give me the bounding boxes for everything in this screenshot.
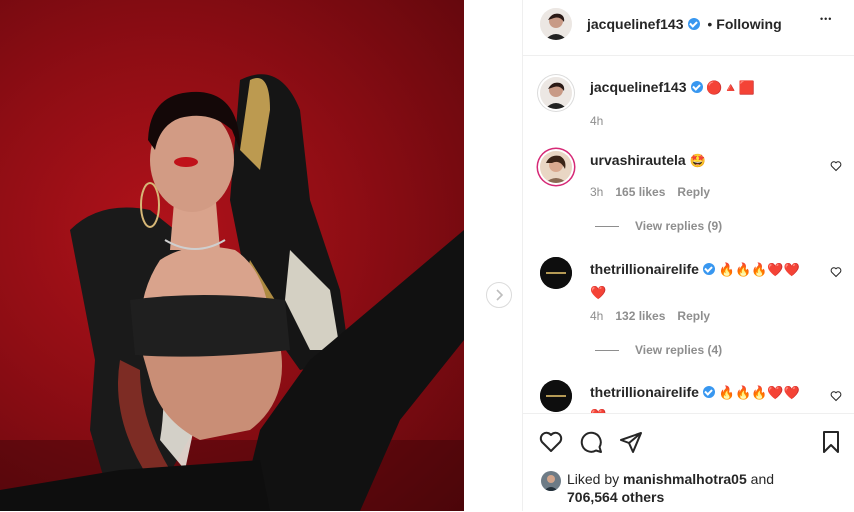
liked-by-conjunction: and bbox=[750, 471, 775, 487]
likes-summary: Liked by manishmalhotra05 and 706,564 ot… bbox=[567, 470, 774, 506]
photo-artwork bbox=[0, 74, 464, 511]
view-replies-label: View replies (4) bbox=[635, 343, 723, 357]
comment-avatar[interactable] bbox=[540, 151, 572, 183]
verified-badge-icon bbox=[690, 81, 703, 93]
comment-text: 🤩 bbox=[689, 153, 706, 168]
bookmark-icon[interactable] bbox=[819, 430, 843, 454]
comment-username[interactable]: urvashirautela bbox=[590, 152, 686, 168]
verified-badge-icon bbox=[702, 386, 715, 398]
caption-username[interactable]: jacquelinef143 bbox=[590, 79, 687, 95]
liker-username[interactable]: manishmalhotra05 bbox=[623, 471, 747, 487]
like-comment-icon[interactable] bbox=[830, 390, 842, 402]
comment-item: thetrillionairelife 🔥🔥🔥❤️❤️ ❤️ bbox=[590, 381, 810, 413]
reply-button[interactable]: Reply bbox=[677, 185, 710, 199]
comment-bubble-icon[interactable] bbox=[579, 430, 603, 454]
replies-divider bbox=[595, 349, 619, 351]
replies-divider bbox=[595, 225, 619, 227]
comment-item: thetrillionairelife 🔥🔥🔥❤️❤️ ❤️ bbox=[590, 258, 810, 304]
comment-time: 3h bbox=[590, 185, 604, 199]
verified-badge-icon bbox=[687, 18, 700, 30]
author-username[interactable]: jacquelinef143 bbox=[587, 16, 684, 32]
view-replies-button[interactable]: View replies (9) bbox=[595, 219, 722, 233]
following-button[interactable]: Following bbox=[716, 16, 781, 32]
liker-avatar[interactable] bbox=[541, 471, 561, 491]
comment-text: 🔥🔥🔥❤️❤️ bbox=[718, 385, 800, 400]
comment-likes[interactable]: 165 likes bbox=[615, 185, 665, 199]
comment-username[interactable]: thetrillionairelife bbox=[590, 261, 699, 277]
next-photo-button[interactable] bbox=[486, 282, 512, 308]
caption-text: 🔴🔺🟥 bbox=[706, 80, 755, 95]
comment-text: 🔥🔥🔥❤️❤️ bbox=[718, 262, 800, 277]
comment-avatar[interactable] bbox=[540, 257, 572, 289]
post-photo[interactable] bbox=[0, 0, 464, 511]
verified-badge-icon bbox=[702, 263, 715, 275]
comment-time: 4h bbox=[590, 309, 604, 323]
liked-by-prefix: Liked by bbox=[567, 471, 620, 487]
caption-time: 4h bbox=[590, 114, 604, 128]
likes-count[interactable]: 706,564 others bbox=[567, 489, 664, 505]
reply-button[interactable]: Reply bbox=[677, 309, 710, 323]
post-sidebar: jacquelinef143 • Following ••• jacqueline… bbox=[522, 0, 854, 511]
comment-avatar[interactable] bbox=[540, 380, 572, 412]
like-comment-icon[interactable] bbox=[830, 266, 842, 278]
comment-meta: 4h 132 likes Reply bbox=[590, 309, 722, 323]
view-replies-label: View replies (9) bbox=[635, 219, 723, 233]
comment-text-continued: ❤️ bbox=[590, 285, 607, 300]
comment-username[interactable]: thetrillionairelife bbox=[590, 384, 699, 400]
like-heart-icon[interactable] bbox=[539, 430, 563, 454]
caption-avatar[interactable] bbox=[540, 77, 572, 109]
caption: jacquelinef143 🔴🔺🟥 bbox=[590, 79, 755, 96]
comment-meta: 3h 165 likes Reply bbox=[590, 185, 722, 199]
post-header: jacquelinef143 • Following ••• bbox=[523, 0, 854, 56]
share-send-icon[interactable] bbox=[619, 430, 643, 454]
view-replies-button[interactable]: View replies (4) bbox=[595, 343, 722, 357]
author-avatar[interactable] bbox=[540, 8, 572, 40]
like-comment-icon[interactable] bbox=[830, 160, 842, 172]
chevron-right-icon bbox=[496, 289, 504, 301]
more-options-button[interactable]: ••• bbox=[820, 14, 832, 24]
comment-likes[interactable]: 132 likes bbox=[615, 309, 665, 323]
follow-separator: • bbox=[707, 16, 713, 32]
comment-item: urvashirautela 🤩 bbox=[590, 152, 706, 169]
